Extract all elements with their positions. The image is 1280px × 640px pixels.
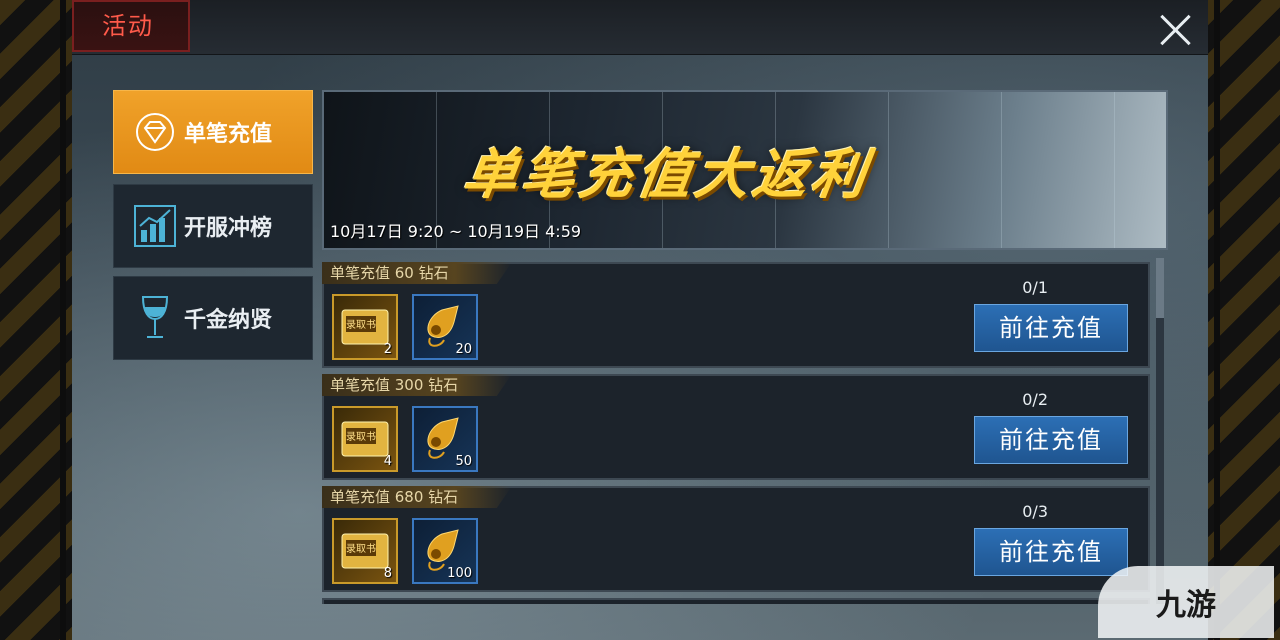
svg-text:录取书: 录取书	[346, 431, 376, 443]
sidebar-item-label: 单笔充值	[184, 122, 273, 147]
reward-row: 单笔充值 680 钻石 录取书 8 100 0/3 前往充值	[322, 486, 1150, 592]
svg-text:录取书: 录取书	[346, 543, 376, 555]
activity-tab-title[interactable]: 活动	[72, 0, 190, 52]
reward-row: 单笔充值 300 钻石 录取书 4 50 0/2 前往充值	[322, 374, 1150, 480]
sidebar-item-single-recharge[interactable]: 单笔充值	[113, 90, 313, 174]
admission-letter-item-icon[interactable]: 录取书 4	[332, 406, 398, 472]
item-quantity: 20	[455, 342, 472, 357]
event-banner: 单笔充值大返利 10月17日 9:20 ~ 10月19日 4:59	[322, 90, 1168, 250]
go-recharge-button[interactable]: 前往充值	[974, 304, 1128, 352]
whistle-item-icon[interactable]: 20	[412, 294, 478, 360]
diamond-icon	[132, 109, 178, 155]
banner-date-range: 10月17日 9:20 ~ 10月19日 4:59	[330, 222, 582, 241]
whistle-item-icon[interactable]: 100	[412, 518, 478, 584]
whistle-item-icon[interactable]: 50	[412, 406, 478, 472]
banner-title: 单笔充值大返利	[458, 143, 874, 206]
wine-glass-icon	[132, 295, 178, 341]
top-bar: 活动	[72, 0, 1208, 55]
item-quantity: 4	[383, 454, 392, 469]
close-icon[interactable]	[1154, 8, 1198, 52]
sidebar-item-label: 开服冲榜	[184, 216, 273, 241]
admission-letter-item-icon[interactable]: 录取书 2	[332, 294, 398, 360]
scrollbar-thumb[interactable]	[1156, 258, 1164, 318]
reward-row-label: 单笔充值 60 钻石	[322, 262, 512, 284]
reward-row	[322, 598, 1150, 604]
go-recharge-button[interactable]: 前往充值	[974, 528, 1128, 576]
claim-progress: 0/1	[1022, 278, 1048, 297]
sidebar-item-server-ranking[interactable]: 开服冲榜	[113, 184, 313, 268]
sidebar-item-recruit[interactable]: 千金纳贤	[113, 276, 313, 360]
go-recharge-button[interactable]: 前往充值	[974, 416, 1128, 464]
item-quantity: 50	[455, 454, 472, 469]
reward-list-scrollbar[interactable]	[1156, 258, 1164, 604]
admission-letter-item-icon[interactable]: 录取书 8	[332, 518, 398, 584]
item-quantity: 100	[447, 566, 472, 581]
bar-chart-icon	[132, 203, 178, 249]
watermark-logo: 九游	[1098, 566, 1274, 638]
reward-row-label: 单笔充值 680 钻石	[322, 486, 512, 508]
reward-row: 单笔充值 60 钻石 录取书 2 20 0/1 前往充值	[322, 262, 1150, 368]
claim-progress: 0/3	[1022, 502, 1048, 521]
left-hazard-border	[0, 0, 72, 640]
reward-list[interactable]: 单笔充值 60 钻石 录取书 2 20 0/1 前往充值 单笔充值 300 钻石…	[322, 258, 1150, 604]
item-quantity: 8	[383, 566, 392, 581]
right-hazard-border	[1208, 0, 1280, 640]
watermark-text: 九游	[1156, 588, 1216, 623]
claim-progress: 0/2	[1022, 390, 1048, 409]
reward-row-label: 单笔充值 300 钻石	[322, 374, 512, 396]
item-quantity: 2	[383, 342, 392, 357]
svg-text:录取书: 录取书	[346, 319, 376, 331]
sidebar-item-label: 千金纳贤	[184, 308, 273, 333]
